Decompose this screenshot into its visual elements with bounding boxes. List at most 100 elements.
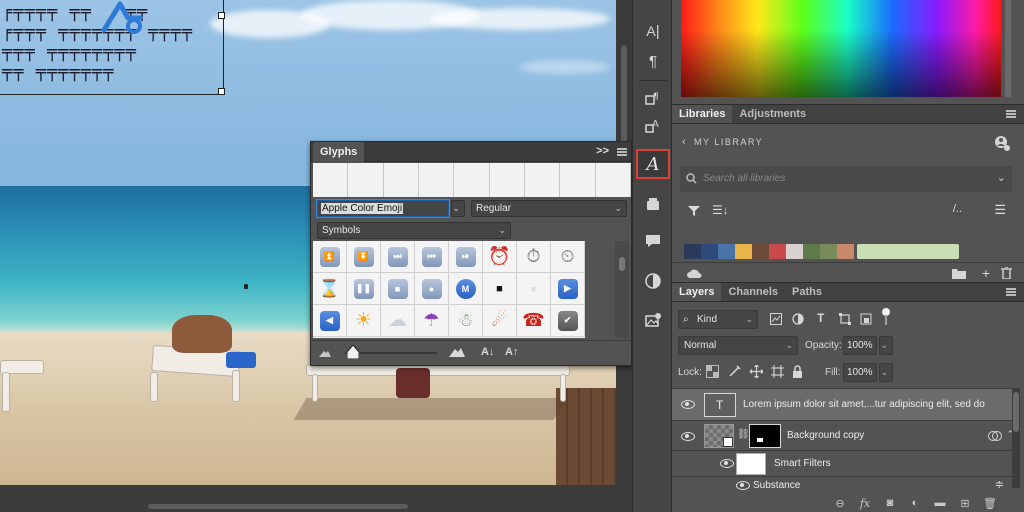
transform-handle[interactable] (218, 88, 225, 95)
glyph-cell[interactable]: ■ (381, 273, 415, 305)
recent-glyph-slot[interactable] (418, 163, 455, 197)
large-mountain-icon[interactable] (449, 347, 465, 357)
layer-name[interactable]: Smart Filters (774, 458, 831, 469)
layer-row-substance[interactable]: Substance ≑ (672, 476, 1012, 494)
layer-mask-thumbnail[interactable] (749, 424, 781, 448)
glyph-cell[interactable]: ⏯ (449, 241, 483, 273)
font-family-input[interactable]: Apple Color Emoji (317, 200, 449, 217)
add-icon[interactable]: + (982, 265, 990, 281)
fill-input[interactable]: 100% (843, 363, 877, 382)
library-name[interactable]: MY LIBRARY (694, 137, 763, 147)
color-swatch[interactable] (837, 244, 854, 259)
panel-menu-icon[interactable] (1006, 110, 1016, 118)
character-panel-icon[interactable]: A | (641, 20, 665, 42)
folder-icon[interactable] (952, 268, 966, 279)
layer-row-text[interactable]: T Lorem ipsum dolor sit amet,...tur adip… (672, 388, 1012, 420)
color-swatch[interactable] (752, 244, 769, 259)
glyph-cell[interactable]: ⏰ (483, 241, 517, 273)
scroll-thumb[interactable] (619, 257, 625, 271)
transform-handle[interactable] (218, 12, 225, 19)
glyph-cell[interactable]: ☎ (517, 305, 551, 337)
watermark-text-box[interactable]: ╒╤╤╤╤ ╤╤ ╤╤ ╒╤╤╤ ╤╤╤╤╤╤╤ ╤╤╤╤ ╤╤╤ ╤╤╤╤╤╤… (0, 0, 225, 95)
glyph-cell[interactable]: ☁ (381, 305, 415, 337)
glyph-cell[interactable]: ☀ (347, 305, 381, 337)
color-swatch[interactable] (769, 244, 786, 259)
character-styles-icon[interactable]: A (641, 115, 665, 137)
tab-layers[interactable]: Layers (672, 283, 722, 301)
layer-name[interactable]: Substance (753, 480, 800, 491)
glyph-cell[interactable]: ◀ (313, 305, 347, 337)
color-swatch[interactable] (718, 244, 735, 259)
glyph-cell[interactable]: ■ (483, 273, 517, 305)
shape-filter-icon[interactable] (839, 313, 851, 325)
library-search-field[interactable]: Search all libraries ⌄ (680, 166, 1012, 192)
recent-glyph-slot[interactable] (383, 163, 419, 197)
blend-mode-select[interactable]: Normal ⌄ (678, 336, 798, 355)
adjustments-panel-icon[interactable] (641, 270, 665, 292)
lock-position-icon[interactable] (750, 365, 763, 378)
visibility-eye-icon[interactable] (736, 481, 750, 490)
glyph-size-slider-thumb[interactable] (347, 345, 359, 359)
recent-glyph-slot[interactable] (595, 163, 631, 197)
tab-channels[interactable]: Channels (721, 283, 785, 301)
smart-object-filter-icon[interactable] (860, 313, 872, 325)
recent-glyph-slot[interactable] (348, 163, 384, 197)
image-panel-icon[interactable] (641, 310, 665, 332)
color-spectrum-picker[interactable] (681, 0, 1001, 97)
canvas-horizontal-scrollbar[interactable] (0, 485, 616, 512)
chain-link-icon[interactable]: ⛓ (737, 429, 750, 440)
small-mountain-icon[interactable] (319, 349, 331, 357)
opacity-slider-toggle[interactable]: ⌄ (879, 336, 893, 355)
glyphs-panel-title[interactable]: Glyphs (313, 142, 365, 162)
paragraph-panel-icon[interactable]: ¶ (641, 50, 665, 72)
tab-paths[interactable]: Paths (785, 283, 829, 301)
recent-glyph-slot[interactable] (313, 163, 349, 197)
glyph-grid-scrollbar[interactable] (615, 241, 629, 338)
scroll-thumb[interactable] (148, 504, 408, 509)
layers-scrollbar[interactable] (1012, 388, 1020, 488)
scroll-thumb[interactable] (1013, 392, 1019, 432)
new-layer-icon[interactable]: ⊞ (958, 497, 972, 510)
glyph-cell[interactable]: ⏱ (517, 241, 551, 273)
link-layers-icon[interactable]: ⊖ (833, 497, 847, 510)
panel-menu-icon[interactable] (1006, 288, 1016, 296)
list-view-icon[interactable]: ☰ (994, 202, 1006, 218)
glyph-cell[interactable]: ▶ (551, 273, 585, 305)
layer-name[interactable]: Lorem ipsum dolor sit amet,...tur adipis… (743, 399, 985, 410)
recent-glyph-slot[interactable] (489, 163, 525, 197)
layer-row-smart-filters[interactable]: Smart Filters (672, 450, 1012, 476)
view-options-icon[interactable]: /.. (953, 203, 962, 215)
color-swatch[interactable] (701, 244, 718, 259)
glyph-category-select[interactable]: Symbols ⌄ (317, 222, 511, 239)
sort-icon[interactable]: ☰↓ (712, 203, 729, 217)
glyph-cell[interactable]: ☄ (483, 305, 517, 337)
visibility-eye-icon[interactable] (720, 459, 734, 468)
color-panel-scrollbar[interactable] (1005, 0, 1011, 97)
decrease-size-icon[interactable]: A↓ (481, 346, 494, 358)
tab-libraries[interactable]: Libraries (672, 105, 733, 123)
collapse-panel-icon[interactable]: >> (596, 145, 609, 157)
font-family-dropdown[interactable]: ⌄ (451, 200, 465, 217)
layer-name[interactable]: Background copy (787, 430, 864, 441)
glyph-cell[interactable]: ⏭ (381, 241, 415, 273)
visibility-eye-icon[interactable] (681, 432, 695, 441)
filter-mask-thumbnail[interactable] (736, 453, 766, 475)
color-swatch[interactable] (735, 244, 752, 259)
layer-filter-kind[interactable]: ⌕ Kind ⌄ (678, 310, 758, 329)
color-swatch[interactable] (786, 244, 803, 259)
tab-adjustments[interactable]: Adjustments (732, 105, 813, 123)
add-mask-icon[interactable]: ◙ (883, 497, 897, 509)
lock-all-icon[interactable] (792, 365, 803, 378)
recent-glyph-slot[interactable] (454, 163, 490, 197)
delete-layer-icon[interactable]: 🗑 (983, 497, 997, 510)
pixel-filter-icon[interactable] (770, 313, 782, 325)
recent-glyph-slot[interactable] (560, 163, 596, 197)
fx-icon[interactable]: fx (858, 497, 872, 510)
glyph-cell[interactable]: M (449, 273, 483, 305)
glyph-cell[interactable]: ☂ (415, 305, 449, 337)
color-swatch[interactable] (803, 244, 820, 259)
visibility-eye-icon[interactable] (681, 400, 695, 409)
recent-glyph-slot[interactable] (524, 163, 561, 197)
color-swatch[interactable] (820, 244, 837, 259)
opacity-input[interactable]: 100% (843, 336, 877, 355)
